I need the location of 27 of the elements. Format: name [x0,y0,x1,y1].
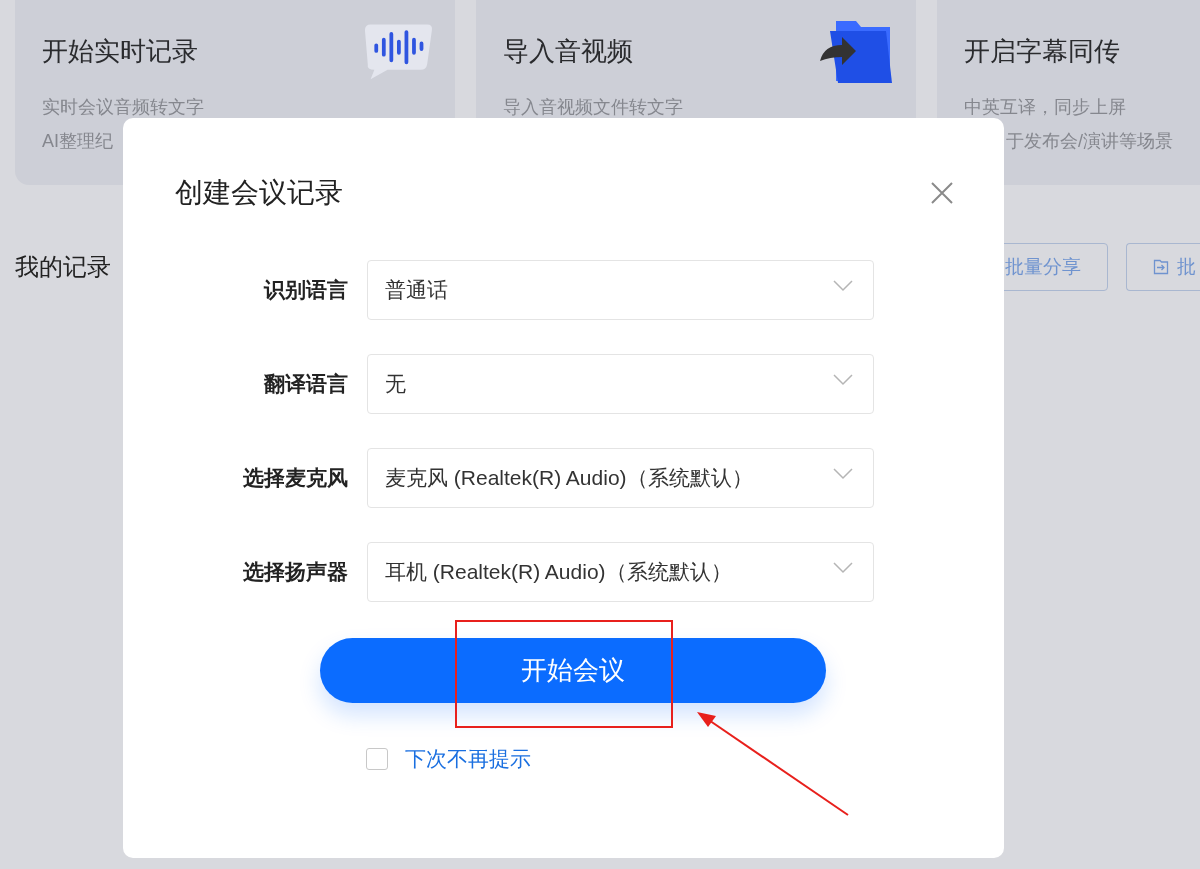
card-title: 导入音视频 [503,35,633,68]
card-title: 开始实时记录 [42,35,198,68]
chevron-down-icon [833,562,853,574]
select-field[interactable]: 无 [367,354,874,414]
import-icon [1153,259,1169,275]
chevron-down-icon [833,468,853,480]
field-label: 翻译语言 [263,371,348,397]
card-description: 导入音视频文件转文字 [503,96,684,119]
field-label: 选择扬声器 [242,559,348,585]
card-description: 实时会议音频转文字 [42,96,205,119]
select-field[interactable]: 麦克风 (Realtek(R) Audio)（系统默认） [367,448,874,508]
field-label: 选择麦克风 [242,465,348,491]
card-description: AI整理纪 [42,130,114,153]
start-meeting-button[interactable]: 开始会议 [320,638,826,703]
card-title: 开启字幕同传 [964,35,1120,68]
card-description: 中英互译，同步上屏 [964,96,1127,119]
dont-show-again-link[interactable]: 下次不再提示 [405,745,531,773]
close-icon[interactable] [930,181,954,205]
select-field[interactable]: 耳机 (Realtek(R) Audio)（系统默认） [367,542,874,602]
select-field[interactable]: 普通话 [367,260,874,320]
chevron-down-icon [833,280,853,292]
field-label: 识别语言 [262,277,348,303]
chevron-down-icon [833,374,853,386]
checkbox[interactable] [366,748,388,770]
section-title: 我的记录 [15,252,111,282]
feature-card[interactable]: 开启字幕同传 中英互译，同步上屏 于发布会/演讲等场景 [937,0,1200,185]
card-description: 于发布会/演讲等场景 [1005,130,1174,153]
